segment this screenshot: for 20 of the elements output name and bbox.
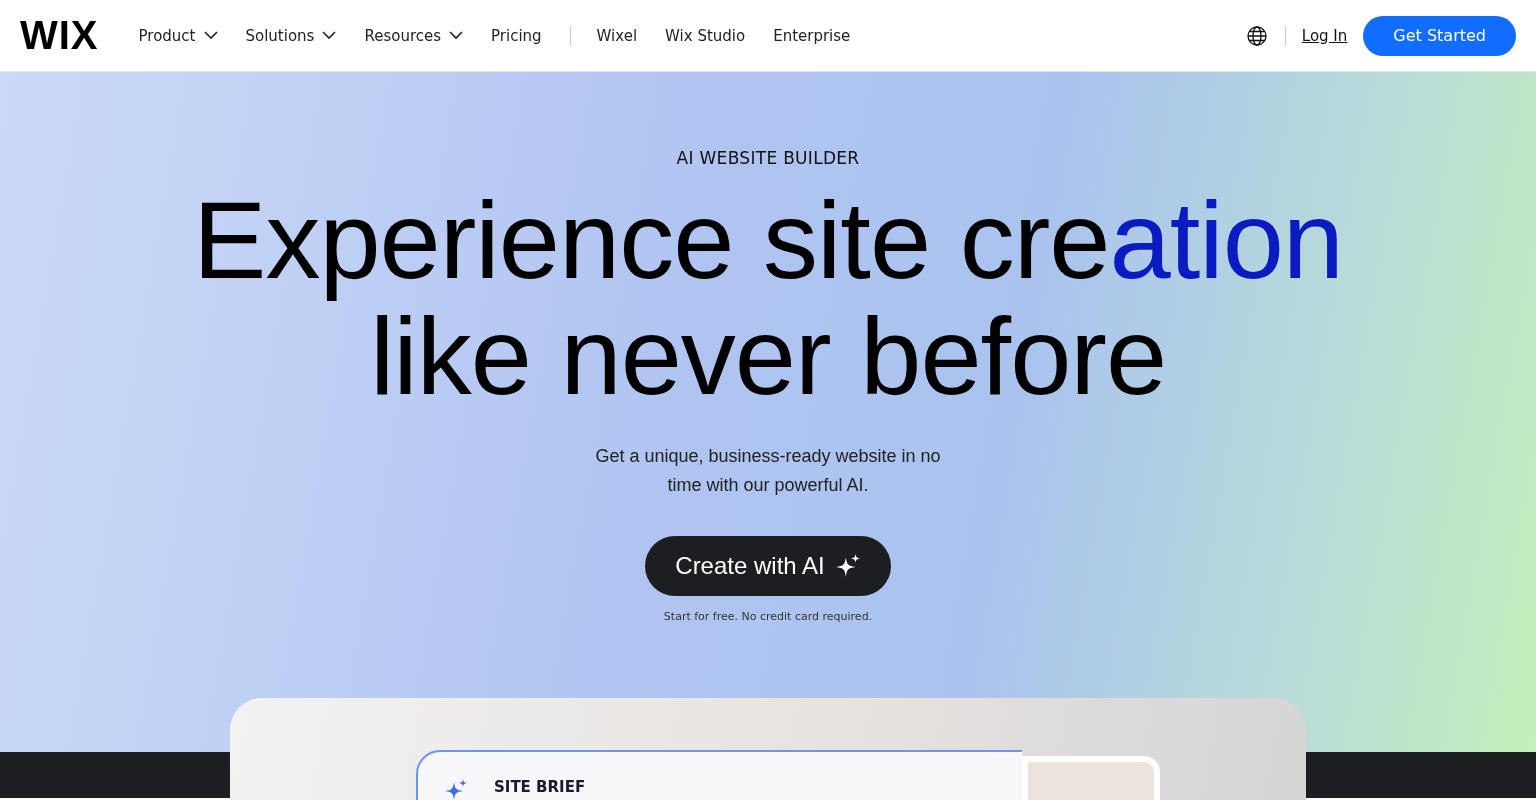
subtitle-text: Get a unique, business-ready website in no time with our powerful AI.	[594, 445, 942, 497]
nav-link[interactable]: Solutions	[245, 26, 337, 45]
wix-logo[interactable]: WIX	[20, 13, 99, 58]
nav-link[interactable]: Wixel	[596, 26, 638, 45]
eyebrow-text: AI WEBSITE BUILDER	[676, 148, 860, 168]
nav-link[interactable]: Wix Studio	[665, 26, 746, 45]
nav-link[interactable]: Pricing	[491, 26, 542, 45]
chevron-down-icon	[203, 31, 218, 40]
note-text: Start for free. No credit card required.	[663, 610, 873, 623]
globe-icon[interactable]	[1246, 25, 1267, 46]
nav-link[interactable]: Resources	[364, 26, 464, 45]
login-link[interactable]: Log In	[1301, 26, 1348, 45]
create-with-ai-button[interactable]: Create with AI	[645, 536, 891, 596]
chevron-down-icon	[449, 31, 464, 40]
headline: Experience site creation like never before	[193, 182, 1343, 414]
nav-link[interactable]: Enterprise	[773, 26, 851, 45]
chevron-down-icon	[322, 31, 337, 40]
get-started-button[interactable]: Get Started	[1363, 15, 1516, 56]
site-brief-title: SITE BRIEF	[494, 778, 586, 796]
nav-link[interactable]: Product	[138, 26, 218, 45]
